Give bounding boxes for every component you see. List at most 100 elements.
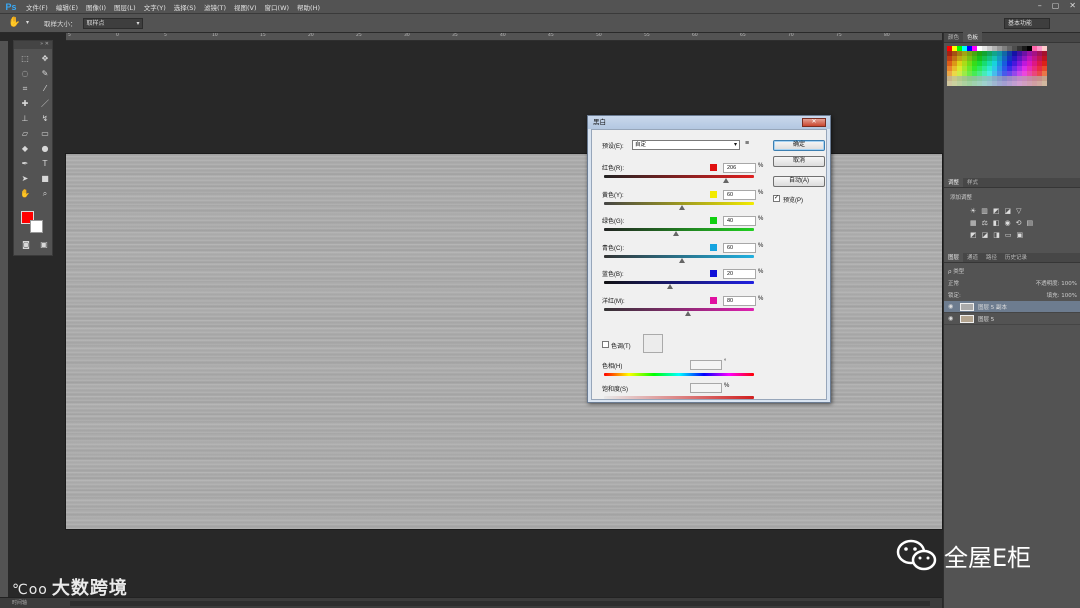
layer-row[interactable]: ◉ 图层 5 副本 (944, 301, 1080, 313)
slider-thumb[interactable] (685, 310, 691, 316)
hue-input[interactable] (690, 360, 722, 370)
pen-tool-icon[interactable]: ✒ (16, 158, 34, 170)
layer-name[interactable]: 图层 5 副本 (978, 303, 1007, 311)
shape-tool-icon[interactable]: ■ (36, 173, 54, 185)
menu-type[interactable]: 文字(Y) (140, 2, 170, 12)
tab-swatches[interactable]: 色板 (963, 32, 983, 42)
fill-value[interactable]: 100% (1061, 293, 1077, 299)
opacity-value[interactable]: 100% (1061, 281, 1077, 287)
slider-value-input[interactable]: 40 (723, 216, 756, 226)
quick-select-tool-icon[interactable]: ✎ (36, 68, 54, 80)
preset-options-icon[interactable]: ≡ (745, 140, 749, 147)
tab-color[interactable]: 颜色 (944, 32, 963, 42)
slider-value-input[interactable]: 206 (723, 163, 756, 173)
slider-track[interactable] (604, 281, 754, 284)
vibrance-icon[interactable]: ▽ (1016, 207, 1021, 215)
type-tool-icon[interactable]: T (36, 158, 54, 170)
menu-select[interactable]: 选择(S) (170, 2, 200, 12)
healing-brush-tool-icon[interactable]: ✚ (16, 98, 34, 110)
sample-size-select[interactable]: 取样点 (82, 17, 143, 29)
slider-value-input[interactable]: 60 (723, 189, 756, 200)
menu-view[interactable]: 视图(V) (230, 2, 261, 12)
gradient-map-icon[interactable]: ▭ (1005, 231, 1012, 239)
move-tool-icon[interactable]: ✥ (36, 53, 54, 65)
menu-file[interactable]: 文件(F) (22, 2, 52, 12)
menu-help[interactable]: 帮助(H) (293, 2, 324, 12)
swatches-grid[interactable] (944, 43, 1080, 89)
black-white-icon[interactable]: ◧ (993, 219, 1000, 227)
menu-window[interactable]: 窗口(W) (261, 2, 294, 12)
tab-adjustments[interactable]: 调整 (944, 177, 964, 187)
layer-name[interactable]: 图层 5 (978, 315, 994, 323)
preset-select[interactable]: 自定 (632, 140, 740, 150)
path-select-tool-icon[interactable]: ➤ (16, 173, 34, 185)
tab-channels[interactable]: 通道 (963, 252, 982, 262)
photo-filter-icon[interactable]: ◉ (1005, 219, 1011, 227)
slider-value-input[interactable]: 20 (723, 269, 756, 279)
saturation-track[interactable] (604, 396, 754, 399)
ok-button[interactable]: 确定 (773, 140, 825, 151)
hand-tool-icon[interactable]: ✋ (8, 17, 20, 29)
hand-tool-icon[interactable]: ✋ (16, 188, 34, 200)
saturation-input[interactable] (690, 383, 722, 393)
hue-track[interactable] (604, 373, 754, 376)
close-icon[interactable]: ✕ (802, 118, 826, 127)
eye-icon[interactable]: ◉ (948, 315, 956, 322)
marquee-tool-icon[interactable]: ⬚ (16, 53, 34, 65)
brightness-icon[interactable]: ☀ (970, 207, 976, 215)
eraser-tool-icon[interactable]: ▱ (16, 128, 34, 140)
slider-thumb[interactable] (673, 231, 679, 236)
menu-layer[interactable]: 图层(L) (110, 2, 140, 12)
invert-icon[interactable]: ◩ (970, 231, 977, 239)
tint-color-swatch[interactable] (643, 334, 663, 353)
slider-thumb[interactable] (667, 284, 673, 289)
color-balance-icon[interactable]: ⚖ (982, 219, 988, 227)
blend-mode-select[interactable]: 正常 (948, 279, 959, 287)
slider-thumb[interactable] (679, 204, 685, 210)
tab-styles[interactable]: 样式 (963, 177, 982, 187)
menu-filter[interactable]: 滤镜(T) (200, 2, 230, 12)
layer-row[interactable]: ◉ 图层 5 (944, 313, 1080, 325)
crop-tool-icon[interactable]: ⌗ (16, 83, 34, 95)
exposure-icon[interactable]: ◪ (1005, 207, 1012, 215)
eyedropper-tool-icon[interactable]: ⁄ (36, 83, 54, 95)
tab-history[interactable]: 历史记录 (1001, 252, 1031, 262)
levels-icon[interactable]: ▥ (981, 207, 988, 215)
gradient-tool-icon[interactable]: ▭ (36, 128, 54, 140)
dodge-tool-icon[interactable]: ● (36, 143, 54, 155)
layer-kind-filter[interactable]: ρ 类型 (948, 269, 964, 275)
minimize-icon[interactable]: – (1038, 1, 1042, 10)
chevron-down-icon[interactable]: ▾ (26, 17, 38, 29)
slider-thumb[interactable] (679, 257, 685, 263)
lasso-tool-icon[interactable]: ◌ (16, 68, 34, 80)
tab-layers[interactable]: 图层 (944, 252, 964, 262)
toolbox-header[interactable]: » ✕ (14, 41, 52, 49)
brush-tool-icon[interactable]: ／ (36, 98, 54, 110)
workspace-select[interactable]: 基本功能 (1004, 18, 1050, 29)
slider-value-input[interactable]: 80 (723, 295, 756, 306)
tab-paths[interactable]: 路径 (982, 252, 1001, 262)
history-brush-tool-icon[interactable]: ↯ (36, 113, 54, 125)
clone-stamp-tool-icon[interactable]: ⊥ (16, 113, 34, 125)
blur-tool-icon[interactable]: ◆ (16, 143, 34, 155)
threshold-icon[interactable]: ◨ (993, 231, 1000, 239)
slider-track[interactable] (604, 175, 754, 178)
eye-icon[interactable]: ◉ (948, 303, 956, 310)
channel-mixer-icon[interactable]: ⟲ (1016, 219, 1022, 227)
screen-mode-icon[interactable]: ▣ (35, 239, 53, 251)
close-icon[interactable]: ✕ (1069, 1, 1076, 10)
cancel-button[interactable]: 取消 (773, 156, 825, 167)
color-lookup-icon[interactable]: ▤ (1027, 219, 1034, 227)
horizontal-scrollbar[interactable] (70, 601, 930, 606)
quick-mask-icon[interactable]: ◙ (17, 239, 35, 251)
background-color-swatch[interactable] (30, 220, 43, 233)
slider-value-input[interactable]: 60 (723, 242, 756, 253)
selective-color-icon[interactable]: ▣ (1017, 231, 1024, 239)
slider-thumb[interactable] (722, 178, 729, 183)
preview-checkbox[interactable]: ✓ (773, 195, 780, 202)
menu-edit[interactable]: 编辑(E) (52, 2, 82, 12)
curves-icon[interactable]: ◩ (993, 207, 1000, 215)
maximize-icon[interactable]: ▢ (1052, 1, 1060, 10)
posterize-icon[interactable]: ◪ (982, 231, 989, 239)
menu-image[interactable]: 图像(I) (82, 2, 110, 12)
